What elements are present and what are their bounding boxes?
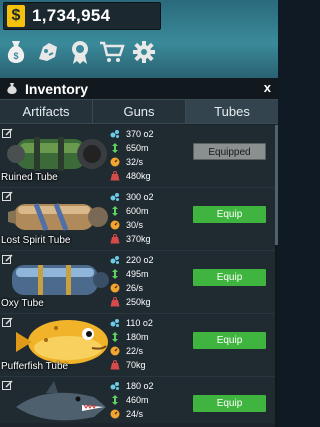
depth-icon	[110, 143, 120, 153]
cart-icon[interactable]	[98, 38, 126, 66]
item-stats: 300 o2 600m 30/s 370kg	[110, 190, 190, 246]
oxygen-icon	[110, 192, 120, 202]
list-item: Lost Spirit Tube 300 o2 600m 30/s 370kg …	[0, 188, 278, 251]
speed-icon	[110, 346, 120, 356]
speed-icon	[110, 157, 120, 167]
depth-value: 180m	[126, 332, 149, 342]
ruined-tube-image	[7, 137, 107, 171]
svg-text:$: $	[13, 51, 18, 61]
speed-value: 30/s	[126, 220, 144, 230]
equip-button[interactable]: Equip	[193, 332, 266, 349]
shark-tube-image	[16, 381, 106, 421]
speed-icon	[110, 409, 120, 419]
speed-icon	[110, 220, 120, 230]
item-name: Pufferfish Tube	[1, 361, 69, 372]
weight-value: 70kg	[126, 360, 146, 370]
weight-icon	[110, 234, 120, 244]
scrollbar-thumb[interactable]	[275, 125, 278, 245]
item-stats: 370 o2 650m 32/s 480kg	[110, 127, 190, 183]
depth-icon	[110, 269, 120, 279]
money-display: $ 1,734,954	[3, 2, 161, 30]
gear-icon[interactable]	[130, 38, 158, 66]
depth-icon	[110, 332, 120, 342]
weight-value: 480kg	[126, 171, 151, 181]
badge-icon[interactable]	[66, 38, 94, 66]
list-item: Oxy Tube 220 o2 495m 26/s 250kg Equip	[0, 251, 278, 314]
list-item: 180 o2 460m 24/s Equip	[0, 377, 278, 423]
pufferfish-tube-image	[16, 320, 108, 364]
money-amount: 1,734,954	[32, 6, 111, 25]
item-stats: 110 o2 180m 22/s 70kg	[110, 316, 190, 372]
inventory-bag-icon	[7, 83, 17, 94]
speed-value: 22/s	[126, 346, 144, 356]
oxygen-icon	[110, 129, 120, 139]
tab-tubes[interactable]: Tubes	[186, 100, 278, 123]
inventory-header: Inventory x	[0, 78, 278, 99]
weight-icon	[110, 360, 120, 370]
dollar-icon: $	[7, 5, 25, 27]
pet-icon[interactable]	[34, 38, 62, 66]
inventory-title: Inventory	[25, 80, 89, 97]
depth-value: 650m	[126, 143, 149, 153]
oxygen-value: 370 o2	[126, 129, 154, 139]
depth-value: 495m	[126, 269, 149, 279]
list-item: Pufferfish Tube 110 o2 180m 22/s 70kg Eq…	[0, 314, 278, 377]
weight-icon	[110, 171, 120, 181]
equip-button[interactable]: Equip	[193, 206, 266, 223]
speed-value: 32/s	[126, 157, 144, 167]
tube-list: Ruined Tube 370 o2 650m 32/s 480kg Equip…	[0, 125, 278, 423]
depth-value: 600m	[126, 206, 149, 216]
oxygen-icon	[110, 318, 120, 328]
item-stats: 180 o2 460m 24/s	[110, 379, 190, 421]
speed-icon	[110, 283, 120, 293]
equip-button[interactable]: Equip	[193, 395, 266, 412]
oxygen-value: 300 o2	[126, 192, 154, 202]
depth-icon	[110, 395, 120, 405]
list-item: Ruined Tube 370 o2 650m 32/s 480kg Equip…	[0, 125, 278, 188]
depth-value: 460m	[126, 395, 149, 405]
inventory-tabs: Artifacts Guns Tubes	[0, 99, 278, 124]
item-stats: 220 o2 495m 26/s 250kg	[110, 253, 190, 309]
equip-button[interactable]: Equip	[193, 269, 266, 286]
oxygen-icon	[110, 255, 120, 265]
tab-guns[interactable]: Guns	[93, 100, 186, 123]
item-name: Lost Spirit Tube	[1, 235, 71, 246]
depth-icon	[110, 206, 120, 216]
weight-icon	[110, 297, 120, 307]
oxygen-value: 110 o2	[126, 318, 153, 328]
speed-value: 24/s	[126, 409, 144, 419]
oxy-tube-image	[12, 265, 109, 295]
item-name: Oxy Tube	[1, 298, 44, 309]
weight-value: 250kg	[126, 297, 151, 307]
oxygen-icon	[110, 381, 120, 391]
top-hud: $ 1,734,954 $	[0, 0, 278, 78]
hud-toolbar: $	[2, 38, 158, 66]
speed-value: 26/s	[126, 283, 144, 293]
weight-value: 370kg	[126, 234, 151, 244]
equipped-button[interactable]: Equipped	[193, 143, 266, 160]
oxygen-value: 220 o2	[126, 255, 154, 265]
oxygen-value: 180 o2	[126, 381, 154, 391]
item-name: Ruined Tube	[1, 172, 58, 183]
tab-artifacts[interactable]: Artifacts	[0, 100, 93, 123]
close-button[interactable]: x	[264, 80, 271, 95]
lost-spirit-tube-image	[8, 203, 108, 231]
money-bag-icon[interactable]: $	[2, 38, 30, 66]
